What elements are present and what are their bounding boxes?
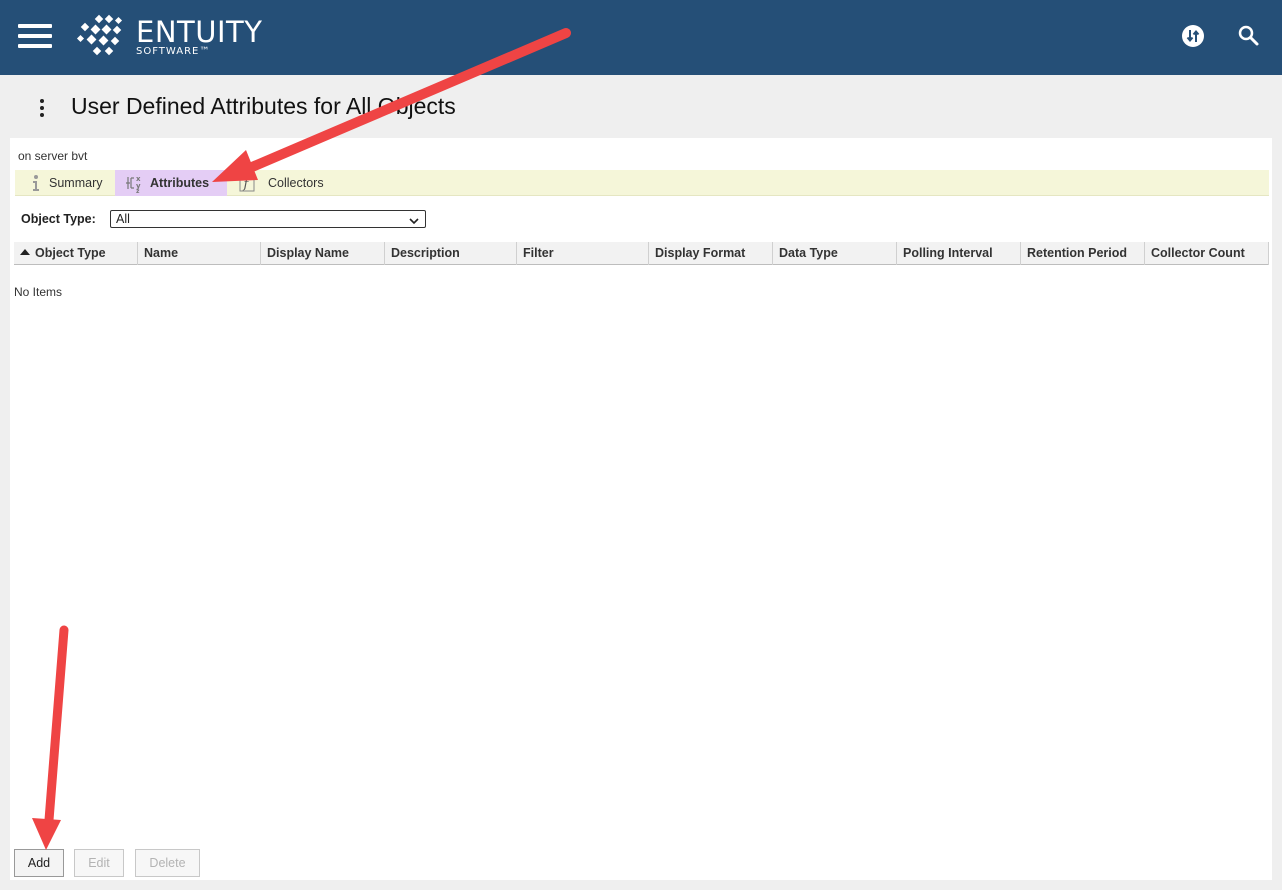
- tab-collectors-label: Collectors: [268, 176, 324, 190]
- tab-bar: Summary xyz Attributes f Collectors: [15, 170, 1269, 196]
- object-type-value: All: [116, 212, 130, 226]
- hamburger-menu-icon[interactable]: [18, 24, 52, 48]
- entuity-logo: ENTUITY SOFTWARE™: [76, 14, 266, 60]
- server-switch-icon[interactable]: [1181, 24, 1207, 50]
- column-header-data-type[interactable]: Data Type: [773, 242, 897, 265]
- tab-attributes-label: Attributes: [150, 176, 210, 190]
- attributes-icon: xyz: [124, 173, 144, 195]
- empty-table-message: No Items: [14, 285, 63, 299]
- edit-button[interactable]: Edit: [74, 849, 124, 877]
- svg-text:f: f: [243, 177, 251, 192]
- delete-button[interactable]: Delete: [135, 849, 200, 877]
- search-icon[interactable]: [1237, 24, 1263, 50]
- page-header: User Defined Attributes for All Objects: [0, 75, 1282, 138]
- tab-collectors[interactable]: f Collectors: [227, 170, 337, 196]
- object-type-select[interactable]: All: [110, 210, 426, 228]
- server-subtitle: on server bvt: [18, 149, 88, 163]
- column-header-object-type[interactable]: Object Type: [14, 242, 138, 265]
- tab-attributes[interactable]: xyz Attributes: [115, 170, 227, 196]
- top-bar: ENTUITY SOFTWARE™: [0, 0, 1282, 75]
- function-icon: f: [237, 173, 257, 193]
- main-panel: on server bvt Summary xyz Attributes f C…: [10, 138, 1272, 880]
- column-header-collector-count[interactable]: Collector Count: [1145, 242, 1269, 265]
- kebab-menu-icon[interactable]: [34, 97, 50, 119]
- page-title: User Defined Attributes for All Objects: [71, 93, 456, 119]
- object-type-label: Object Type:: [21, 212, 96, 226]
- column-header-name[interactable]: Name: [138, 242, 261, 265]
- add-button[interactable]: Add: [14, 849, 64, 877]
- column-header-filter[interactable]: Filter: [517, 242, 649, 265]
- sort-ascending-icon: [20, 249, 30, 255]
- brand-subtitle: SOFTWARE™: [136, 46, 211, 57]
- tab-summary-label: Summary: [49, 176, 103, 190]
- column-header-retention-period[interactable]: Retention Period: [1021, 242, 1145, 265]
- table-header: Object Type Name Display Name Descriptio…: [14, 242, 1269, 265]
- info-icon: [26, 173, 46, 193]
- column-header-display-name[interactable]: Display Name: [261, 242, 385, 265]
- column-header-polling-interval[interactable]: Polling Interval: [897, 242, 1021, 265]
- chevron-down-icon: [409, 214, 419, 225]
- brand-name: ENTUITY: [136, 15, 263, 49]
- logo-diamond-icon: [76, 14, 123, 56]
- column-header-description[interactable]: Description: [385, 242, 517, 265]
- column-header-display-format[interactable]: Display Format: [649, 242, 773, 265]
- tab-summary[interactable]: Summary: [15, 170, 115, 196]
- svg-text:z: z: [136, 188, 140, 193]
